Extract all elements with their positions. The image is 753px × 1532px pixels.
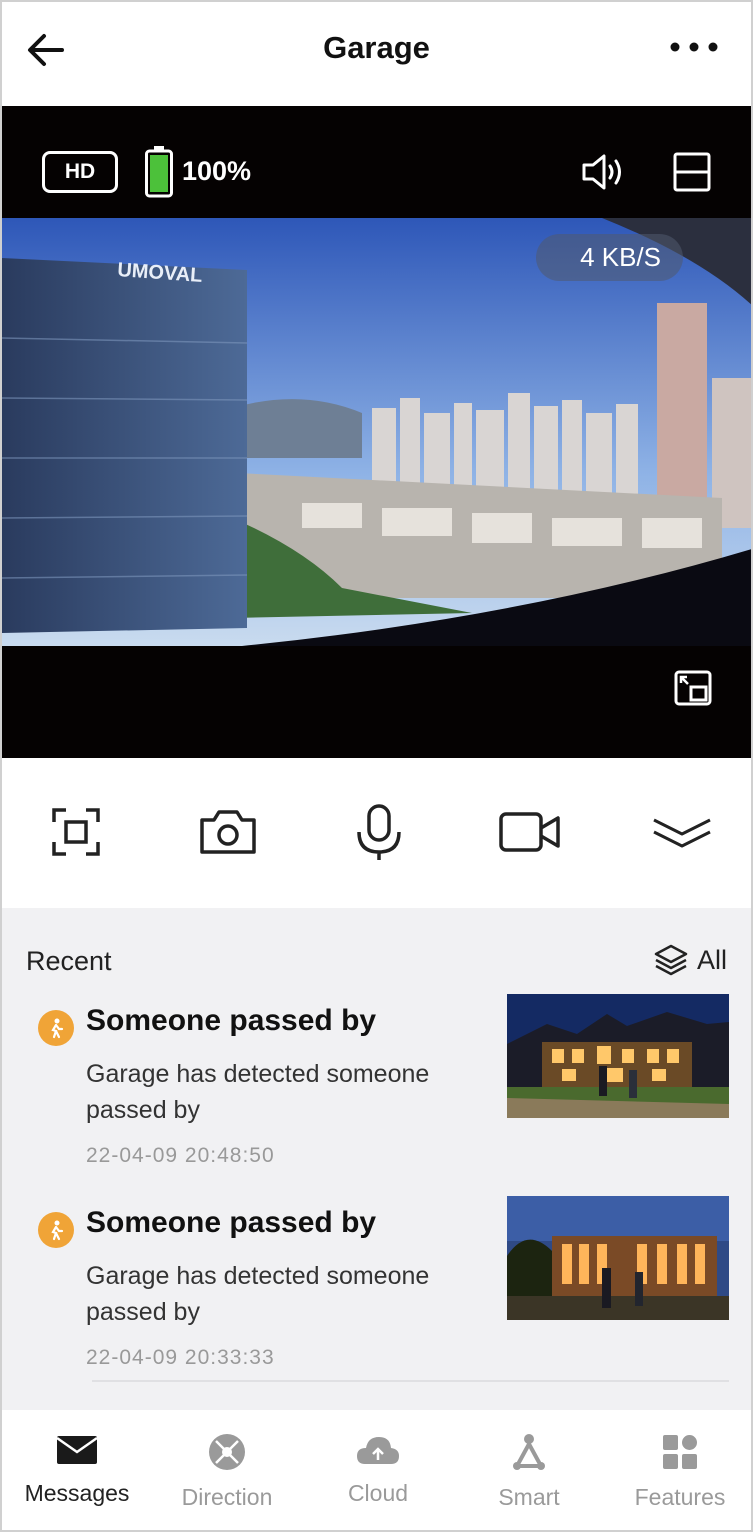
- split-view-button[interactable]: [670, 150, 714, 194]
- nav-features[interactable]: Features: [605, 1432, 751, 1524]
- direction-icon: [209, 1434, 245, 1470]
- event-item[interactable]: Someone passed by Garage has detected so…: [2, 994, 751, 1184]
- split-view-icon: [673, 152, 711, 192]
- app-screen: Garage HD 100% UMOVAL 4 KB/S Recent All …: [0, 0, 753, 1532]
- motion-badge: [38, 1212, 74, 1248]
- more-options-button[interactable]: [667, 32, 721, 62]
- more-horizontal-icon: [670, 42, 718, 52]
- event-thumbnail[interactable]: [507, 994, 729, 1118]
- nav-messages[interactable]: Messages: [2, 1432, 152, 1524]
- nav-label: Smart: [498, 1484, 560, 1510]
- expand-controls-button[interactable]: [650, 800, 714, 864]
- battery-icon: [145, 146, 173, 198]
- smart-icon: [513, 1434, 545, 1470]
- camera-controls: [2, 758, 751, 908]
- camera-icon: [200, 810, 256, 854]
- page-title: Garage: [323, 30, 430, 65]
- event-description: Garage has detected someone passed by: [86, 1060, 430, 1124]
- event-thumbnail[interactable]: [507, 1196, 729, 1320]
- nav-cloud[interactable]: Cloud: [303, 1432, 453, 1524]
- envelope-icon: [56, 1436, 98, 1464]
- chevron-double-down-icon: [653, 818, 711, 848]
- live-video-panel: HD 100% UMOVAL 4 KB/S: [2, 106, 751, 758]
- video-toolbar: HD 100%: [2, 106, 751, 220]
- nav-label: Cloud: [347, 1480, 409, 1506]
- camera-feed-image[interactable]: UMOVAL: [2, 218, 751, 646]
- picture-in-picture-button[interactable]: [673, 668, 713, 708]
- video-record-icon: [499, 812, 560, 852]
- snapshot-button[interactable]: [196, 800, 260, 864]
- battery-percent: 100%: [182, 156, 252, 186]
- recent-heading: Recent: [26, 946, 112, 976]
- screenshot-frame-button[interactable]: [44, 800, 108, 864]
- motion-badge: [38, 1010, 74, 1046]
- speaker-icon: [582, 154, 621, 190]
- microphone-icon: [357, 804, 401, 860]
- event-title: Someone passed by: [86, 1206, 377, 1239]
- nav-label: Direction: [181, 1484, 273, 1510]
- nav-label: Messages: [24, 1480, 130, 1506]
- event-timestamp: 22-04-09 20:33:33: [86, 1346, 275, 1369]
- event-title: Someone passed by: [86, 1004, 377, 1037]
- nav-smart[interactable]: Smart: [454, 1432, 604, 1524]
- volume-button[interactable]: [580, 150, 628, 194]
- layers-icon: [654, 944, 688, 976]
- bottom-nav: Messages Direction Cloud Smart Features: [2, 1410, 751, 1530]
- city-view-picture: UMOVAL: [2, 218, 751, 646]
- house-night-picture: [507, 994, 729, 1118]
- nav-label: Features: [634, 1484, 726, 1510]
- picture-in-picture-icon: [674, 670, 712, 706]
- features-grid-icon: [663, 1435, 697, 1469]
- event-timestamp: 22-04-09 20:48:50: [86, 1144, 275, 1167]
- bitrate-indicator: 4 KB/S: [536, 234, 683, 281]
- person-walking-icon: [51, 1018, 64, 1039]
- all-label: All: [696, 944, 727, 975]
- event-item[interactable]: Someone passed by Garage has detected so…: [2, 1196, 751, 1386]
- house-dusk-picture: [507, 1196, 729, 1320]
- record-button[interactable]: [498, 800, 562, 864]
- app-header: Garage: [2, 2, 751, 106]
- screen-capture-icon: [52, 808, 100, 856]
- talk-button[interactable]: [347, 800, 411, 864]
- list-divider: [92, 1380, 729, 1382]
- nav-direction[interactable]: Direction: [152, 1432, 302, 1524]
- all-events-button[interactable]: All: [653, 942, 727, 978]
- recent-events-panel: Recent All Someone passed by Garage has …: [2, 908, 751, 1410]
- cloud-icon: [357, 1437, 399, 1464]
- person-walking-icon: [51, 1220, 64, 1241]
- event-description: Garage has detected someone passed by: [86, 1262, 430, 1326]
- quality-toggle[interactable]: HD: [42, 151, 118, 193]
